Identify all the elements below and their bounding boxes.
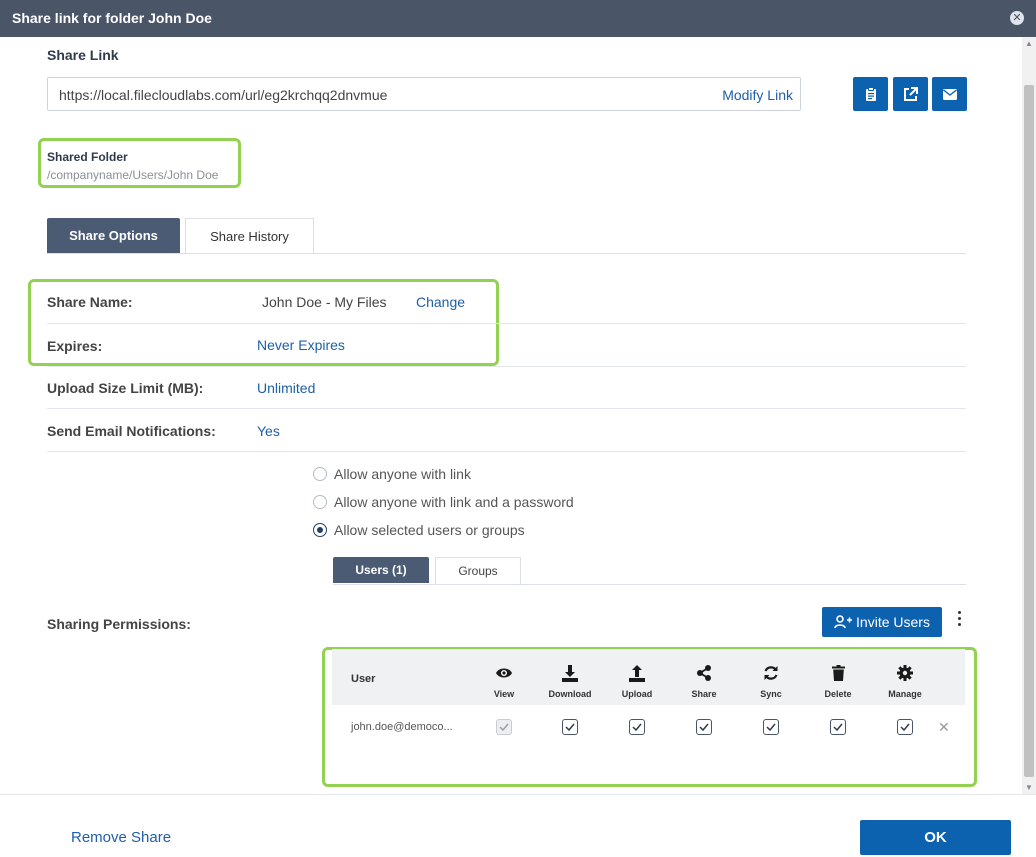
share-link-url[interactable]: https://local.filecloudlabs.com/url/eg2k… bbox=[59, 87, 387, 103]
trash-icon bbox=[828, 663, 848, 683]
row-divider bbox=[47, 408, 966, 409]
invite-users-button[interactable]: Invite Users bbox=[822, 607, 942, 637]
subtabs-divider bbox=[333, 584, 966, 585]
share-link-field[interactable]: https://local.filecloudlabs.com/url/eg2k… bbox=[47, 77, 801, 111]
open-external-icon bbox=[904, 86, 918, 101]
shared-folder-path: /companyname/Users/John Doe bbox=[47, 168, 219, 182]
permissions-header: User View Download Upload Share Sync Del… bbox=[332, 649, 965, 705]
tab-groups[interactable]: Groups bbox=[435, 557, 521, 584]
radio-button[interactable] bbox=[313, 467, 327, 481]
eye-icon bbox=[494, 663, 514, 683]
column-caption: Share bbox=[691, 689, 717, 699]
tab-share-options[interactable]: Share Options bbox=[47, 218, 180, 254]
upload-limit-value[interactable]: Unlimited bbox=[257, 380, 315, 396]
column-caption: Delete bbox=[824, 689, 852, 699]
remove-user-icon[interactable]: ✕ bbox=[938, 719, 950, 736]
scrollbar[interactable]: ▲ ▼ bbox=[1022, 37, 1036, 794]
share-checkbox[interactable] bbox=[696, 719, 712, 735]
sync-checkbox[interactable] bbox=[763, 719, 779, 735]
radio-anyone-with-link[interactable]: Allow anyone with link bbox=[313, 465, 471, 483]
permissions-row: john.doe@democo... ✕ bbox=[332, 705, 965, 776]
column-caption: Download bbox=[548, 689, 592, 699]
expires-value[interactable]: Never Expires bbox=[257, 337, 345, 353]
user-column-header: User bbox=[351, 673, 376, 685]
upload-checkbox[interactable] bbox=[629, 719, 645, 735]
view-checkbox bbox=[496, 719, 512, 735]
tabs-divider bbox=[47, 253, 966, 254]
email-notifications-label: Send Email Notifications: bbox=[47, 423, 216, 439]
radio-label: Allow anyone with link bbox=[334, 466, 471, 482]
radio-anyone-with-password[interactable]: Allow anyone with link and a password bbox=[313, 493, 574, 511]
expires-label: Expires: bbox=[47, 338, 103, 354]
email-icon bbox=[942, 88, 957, 100]
remove-share-button[interactable]: Remove Share bbox=[71, 829, 171, 846]
email-notifications-value[interactable]: Yes bbox=[257, 423, 280, 439]
delete-checkbox[interactable] bbox=[830, 719, 846, 735]
upload-icon bbox=[627, 663, 647, 683]
tab-users[interactable]: Users (1) bbox=[333, 557, 429, 583]
radio-button[interactable] bbox=[313, 523, 327, 537]
tab-share-history[interactable]: Share History bbox=[185, 218, 314, 254]
modify-link-button[interactable]: Modify Link bbox=[722, 87, 793, 103]
user-email: john.doe@democo... bbox=[351, 721, 453, 733]
column-caption: Upload bbox=[621, 689, 653, 699]
dialog-body: Share Link https://local.filecloudlabs.c… bbox=[0, 37, 1022, 794]
radio-label: Allow anyone with link and a password bbox=[334, 494, 574, 510]
dialog-titlebar: Share link for folder John Doe ✕ bbox=[0, 0, 1036, 37]
open-link-button[interactable] bbox=[893, 77, 928, 111]
upload-limit-label: Upload Size Limit (MB): bbox=[47, 380, 204, 396]
permissions-table: User View Download Upload Share Sync Del… bbox=[332, 649, 965, 776]
radio-label: Allow selected users or groups bbox=[334, 522, 525, 538]
gear-icon bbox=[895, 663, 915, 683]
radio-button[interactable] bbox=[313, 495, 327, 509]
column-caption: Sync bbox=[760, 689, 782, 699]
row-divider bbox=[47, 323, 966, 324]
share-icon bbox=[694, 663, 714, 683]
shared-folder-title: Shared Folder bbox=[47, 150, 128, 164]
scrollbar-thumb[interactable] bbox=[1024, 85, 1034, 777]
column-caption: Manage bbox=[888, 689, 922, 699]
sync-icon bbox=[761, 663, 781, 683]
column-caption: View bbox=[493, 689, 515, 699]
email-link-button[interactable] bbox=[932, 77, 967, 111]
radio-selected-users[interactable]: Allow selected users or groups bbox=[313, 521, 525, 539]
add-user-icon bbox=[834, 615, 853, 629]
more-options-icon[interactable] bbox=[954, 611, 964, 631]
change-share-name-link[interactable]: Change bbox=[416, 294, 465, 310]
share-name-label: Share Name: bbox=[47, 294, 133, 310]
copy-link-button[interactable] bbox=[853, 77, 888, 111]
clipboard-icon bbox=[865, 86, 876, 101]
download-icon bbox=[560, 663, 580, 683]
manage-checkbox[interactable] bbox=[897, 719, 913, 735]
dialog-footer: Remove Share OK bbox=[0, 794, 1036, 857]
dialog-title: Share link for folder John Doe bbox=[12, 10, 212, 26]
sharing-permissions-label: Sharing Permissions: bbox=[47, 616, 191, 632]
share-name-value: John Doe - My Files bbox=[262, 294, 387, 310]
close-icon[interactable]: ✕ bbox=[1010, 11, 1024, 25]
ok-button[interactable]: OK bbox=[860, 820, 1011, 855]
scroll-up-icon[interactable]: ▲ bbox=[1025, 39, 1033, 48]
scroll-down-icon[interactable]: ▼ bbox=[1025, 783, 1033, 792]
download-checkbox[interactable] bbox=[562, 719, 578, 735]
invite-users-label: Invite Users bbox=[856, 614, 930, 630]
row-divider bbox=[47, 451, 966, 452]
row-divider bbox=[47, 366, 966, 367]
share-link-title: Share Link bbox=[47, 47, 119, 63]
